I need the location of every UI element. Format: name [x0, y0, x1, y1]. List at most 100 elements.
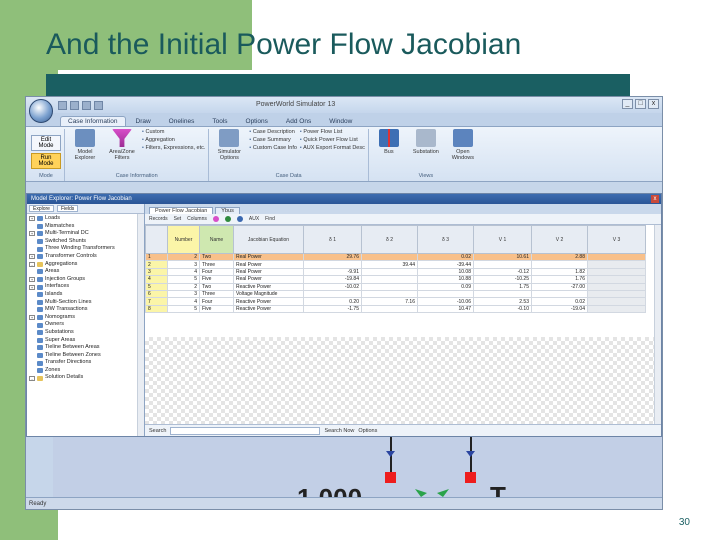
close-window-button[interactable]: x — [648, 99, 659, 109]
tree-item[interactable]: Substations — [29, 329, 144, 337]
expand-toggle-icon[interactable]: + — [29, 254, 35, 260]
column-header[interactable]: δ 1 — [303, 225, 362, 254]
tab-tools[interactable]: Tools — [204, 116, 235, 126]
tree-item[interactable]: Mismatches — [29, 223, 144, 231]
fields-tab[interactable]: Fields — [56, 205, 79, 212]
save-icon[interactable] — [58, 100, 67, 110]
run-mode-button[interactable]: Run Mode — [31, 153, 61, 169]
tab-window[interactable]: Window — [321, 116, 360, 126]
tab-power-flow-jacobian[interactable]: Power Flow Jacobian — [149, 207, 214, 214]
expand-toggle-icon[interactable]: - — [29, 375, 35, 381]
tree-item[interactable]: Tieline Between Areas — [29, 344, 144, 352]
power-flow-list-button[interactable]: Power Flow List — [300, 129, 365, 135]
column-header[interactable]: Name — [199, 225, 234, 254]
tab-case-information[interactable]: Case Information — [60, 116, 126, 126]
search-input[interactable] — [170, 426, 321, 435]
maximize-button[interactable]: □ — [635, 99, 646, 109]
tree-item[interactable]: + Injection Groups — [29, 276, 144, 284]
bus-node-left[interactable] — [385, 472, 396, 483]
edit-mode-button[interactable]: Edit Mode — [31, 135, 61, 151]
redo-icon[interactable] — [82, 100, 91, 110]
tree-item[interactable]: MW Transactions — [29, 306, 144, 314]
expand-toggle-icon[interactable]: + — [29, 315, 35, 321]
find-menu[interactable]: Find — [265, 216, 275, 222]
column-header[interactable]: V 2 — [531, 225, 588, 254]
expand-toggle-icon[interactable]: - — [29, 261, 35, 267]
tree-item[interactable]: Switched Shunts — [29, 238, 144, 246]
expand-toggle-icon[interactable]: + — [29, 216, 35, 222]
search-now-button[interactable]: Search Now — [324, 428, 354, 434]
tab-options[interactable]: Options — [238, 116, 276, 126]
bus-view-button[interactable]: Bus — [372, 129, 406, 173]
expand-toggle-icon[interactable]: + — [29, 277, 35, 283]
custom-case-info-button[interactable]: Custom Case Info — [249, 145, 297, 151]
aux-menu[interactable]: AUX — [249, 216, 259, 222]
aux-export-format-button[interactable]: AUX Export Format Desc — [300, 145, 365, 151]
tree-scrollbar[interactable] — [137, 214, 144, 436]
set-menu[interactable]: Set — [174, 216, 182, 222]
area-zone-filters-button[interactable]: Area/Zone Filters — [105, 129, 139, 173]
aggregation-button[interactable]: Aggregation — [142, 137, 205, 143]
print-icon[interactable] — [94, 100, 103, 110]
case-summary-button[interactable]: Case Summary — [249, 137, 297, 143]
tree-item[interactable]: Transfer Directions — [29, 359, 144, 367]
table-row[interactable]: 4 5 Five Real Power -19.84 10.88 -10.25 1.76 — [145, 275, 646, 284]
tree-item[interactable]: + Transformer Controls — [29, 253, 144, 261]
tree-item[interactable]: Areas — [29, 268, 144, 276]
undo-icon[interactable] — [70, 100, 79, 110]
bus-node-right[interactable] — [465, 472, 476, 483]
refresh-icon[interactable] — [236, 216, 243, 222]
tree-item[interactable]: Super Areas — [29, 337, 144, 345]
column-header[interactable] — [145, 225, 168, 254]
quick-power-flow-list-button[interactable]: Quick Power Flow List — [300, 137, 365, 143]
tree-item[interactable]: Multi-Section Lines — [29, 299, 144, 307]
tree-item[interactable]: Zones — [29, 367, 144, 375]
expand-toggle-icon[interactable]: + — [29, 231, 35, 237]
tree-item[interactable]: + Nomograms — [29, 314, 144, 322]
tab-ybus[interactable]: Ybus — [215, 207, 240, 214]
tree-item[interactable]: + Interfaces — [29, 283, 144, 291]
minimize-button[interactable]: _ — [622, 99, 633, 109]
filters-expressions-button[interactable]: Filters, Expressions, etc. — [142, 145, 205, 151]
column-header[interactable]: Jacobian Equation — [233, 225, 304, 254]
column-header[interactable]: V 1 — [473, 225, 532, 254]
column-header[interactable]: Number — [167, 225, 200, 254]
application-menu-button[interactable] — [29, 99, 53, 123]
expand-toggle-icon[interactable]: + — [29, 284, 35, 290]
custom-button[interactable]: Custom — [142, 129, 205, 135]
tree-item[interactable]: + Loads — [29, 215, 144, 223]
table-row[interactable]: 1 2 Two Real Power 29.76 0.02 10.61 2.88 — [145, 252, 646, 262]
grid-scrollbar[interactable] — [654, 225, 661, 424]
case-description-button[interactable]: Case Description — [249, 129, 297, 135]
close-explorer-button[interactable]: x — [651, 195, 659, 203]
table-row[interactable]: 6 3 Three Voltage Magnitude — [145, 289, 646, 299]
tree-item[interactable]: Three Winding Transformers — [29, 245, 144, 253]
tree-item[interactable]: - Aggregations — [29, 261, 144, 269]
records-menu[interactable]: Records — [149, 216, 168, 222]
tab-onelines[interactable]: Onelines — [161, 116, 203, 126]
table-row[interactable]: 5 2 Two Reactive Power -10.02 0.09 1.75 -27.00 — [145, 282, 646, 291]
tree-item[interactable]: Tieline Between Zones — [29, 352, 144, 360]
open-windows-button[interactable]: Open Windows — [446, 129, 480, 173]
table-row[interactable]: 2 3 Three Real Power 39.44 -39.44 — [145, 260, 646, 269]
table-row[interactable]: 7 4 Four Reactive Power 0.20 7.16 -10.06 2.53 0.… — [145, 297, 646, 306]
simulator-options-button[interactable]: Simulator Options — [212, 129, 246, 173]
column-header[interactable]: δ 3 — [417, 225, 474, 254]
explore-tab[interactable]: Explore — [29, 205, 54, 212]
tree-item[interactable]: - Solution Details — [29, 374, 144, 382]
options-button[interactable]: Options — [358, 428, 377, 434]
table-row[interactable]: 8 5 Five Reactive Power -1.75 10.47 -0.10 -19.0… — [145, 304, 646, 314]
tree-item[interactable]: + Multi-Terminal DC — [29, 230, 144, 238]
model-explorer-button[interactable]: Model Explorer — [68, 129, 102, 173]
tree-item[interactable]: Islands — [29, 291, 144, 299]
table-row[interactable]: 3 4 Four Real Power -9.91 10.08 -0.12 1.82 — [145, 267, 646, 277]
columns-menu[interactable]: Columns — [187, 216, 207, 222]
column-header[interactable]: V 3 — [587, 225, 646, 254]
sort-icon[interactable] — [224, 216, 231, 222]
tab-draw[interactable]: Draw — [128, 116, 159, 126]
tab-add-ons[interactable]: Add Ons — [278, 116, 319, 126]
filter-icon[interactable] — [212, 216, 219, 222]
tree-item[interactable]: Owners — [29, 321, 144, 329]
column-header[interactable]: δ 2 — [361, 225, 418, 254]
substation-view-button[interactable]: Substation — [409, 129, 443, 173]
